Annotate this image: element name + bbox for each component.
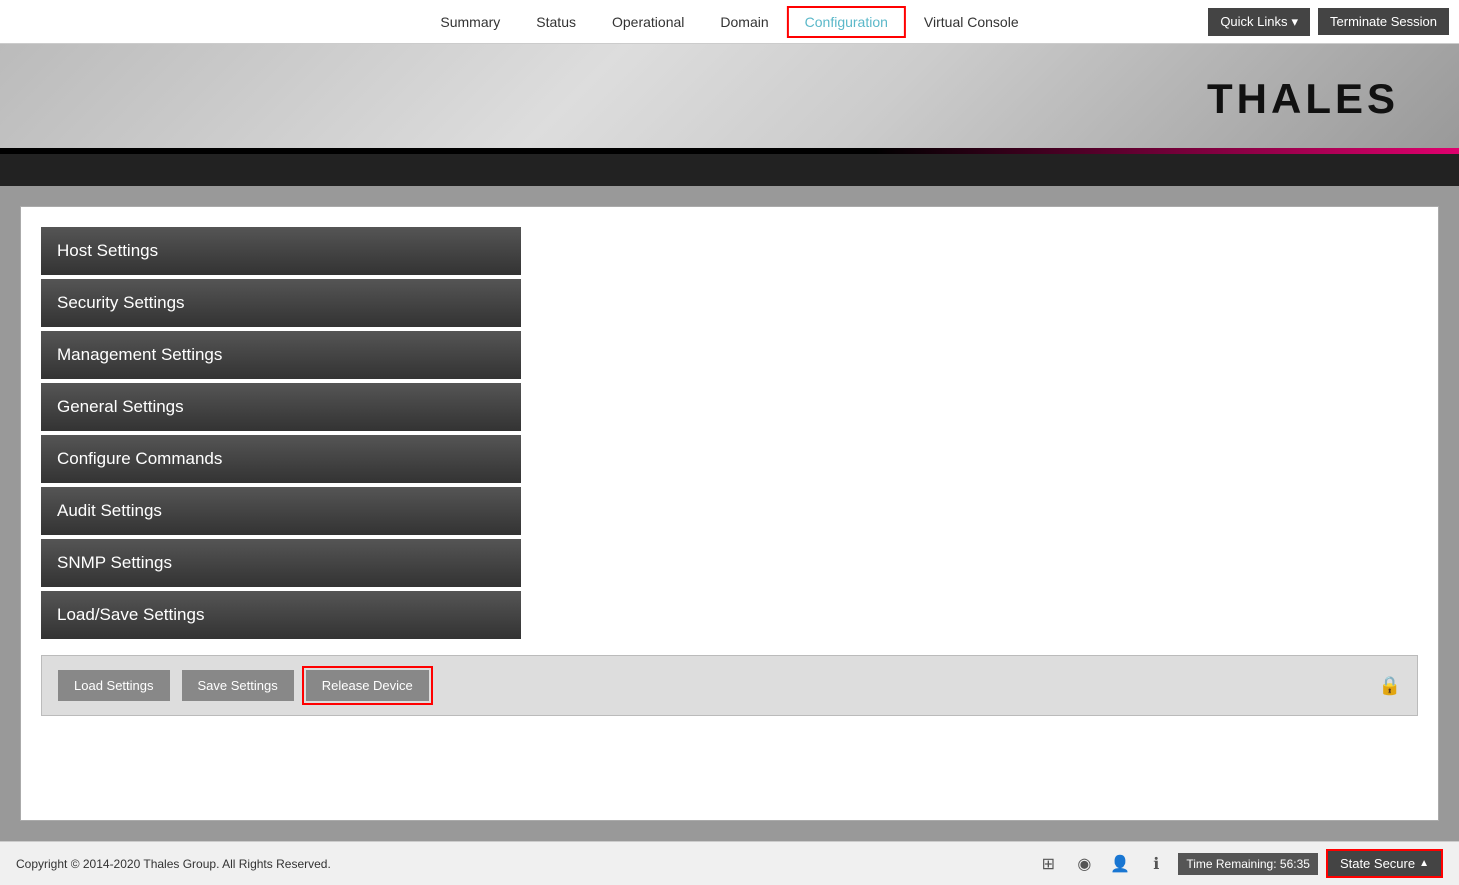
footer: Copyright © 2014-2020 Thales Group. All …	[0, 841, 1459, 885]
lock-icon: 🔒	[1379, 675, 1401, 696]
nav-right: Quick Links ▾ Terminate Session	[1208, 8, 1449, 36]
menu-item-security-settings[interactable]: Security Settings	[41, 279, 521, 327]
nav-links: Summary Status Operational Domain Config…	[422, 6, 1036, 38]
header-banner: THALES	[0, 44, 1459, 154]
load-settings-button[interactable]: Load Settings	[58, 670, 170, 701]
footer-right: ⊞ ◉ 👤 ℹ Time Remaining: 56:35 State Secu…	[1034, 849, 1443, 878]
menu-item-audit-settings[interactable]: Audit Settings	[41, 487, 521, 535]
menu-item-management-settings[interactable]: Management Settings	[41, 331, 521, 379]
dark-strip	[0, 154, 1459, 186]
chevron-down-icon: ▾	[1292, 14, 1299, 30]
action-bar: Load Settings Save Settings Release Devi…	[41, 655, 1418, 716]
top-navigation: Summary Status Operational Domain Config…	[0, 0, 1459, 44]
nav-item-domain[interactable]: Domain	[702, 6, 786, 38]
nav-item-configuration[interactable]: Configuration	[787, 6, 906, 38]
save-settings-button[interactable]: Save Settings	[182, 670, 294, 701]
nav-item-operational[interactable]: Operational	[594, 6, 702, 38]
person-icon[interactable]: 👤	[1106, 850, 1134, 878]
copyright-text: Copyright © 2014-2020 Thales Group. All …	[16, 857, 331, 871]
terminate-session-button[interactable]: Terminate Session	[1318, 8, 1449, 35]
menu-item-load-save-settings[interactable]: Load/Save Settings	[41, 591, 521, 639]
nav-item-summary[interactable]: Summary	[422, 6, 518, 38]
grid-icon[interactable]: ⊞	[1034, 850, 1062, 878]
main-background: Host Settings Security Settings Manageme…	[0, 186, 1459, 841]
time-remaining: Time Remaining: 56:35	[1178, 853, 1318, 875]
chevron-up-icon: ▲	[1419, 858, 1429, 869]
menu-item-host-settings[interactable]: Host Settings	[41, 227, 521, 275]
nav-item-status[interactable]: Status	[518, 6, 594, 38]
circle-icon[interactable]: ◉	[1070, 850, 1098, 878]
content-card: Host Settings Security Settings Manageme…	[20, 206, 1439, 821]
menu-item-configure-commands[interactable]: Configure Commands	[41, 435, 521, 483]
state-secure-button[interactable]: State Secure ▲	[1326, 849, 1443, 878]
info-icon[interactable]: ℹ	[1142, 850, 1170, 878]
sidebar-menu: Host Settings Security Settings Manageme…	[41, 227, 521, 639]
nav-item-virtual-console[interactable]: Virtual Console	[906, 6, 1037, 38]
menu-item-snmp-settings[interactable]: SNMP Settings	[41, 539, 521, 587]
menu-item-general-settings[interactable]: General Settings	[41, 383, 521, 431]
quick-links-button[interactable]: Quick Links ▾	[1208, 8, 1310, 36]
thales-logo: THALES	[1207, 75, 1399, 123]
release-device-button[interactable]: Release Device	[306, 670, 429, 701]
